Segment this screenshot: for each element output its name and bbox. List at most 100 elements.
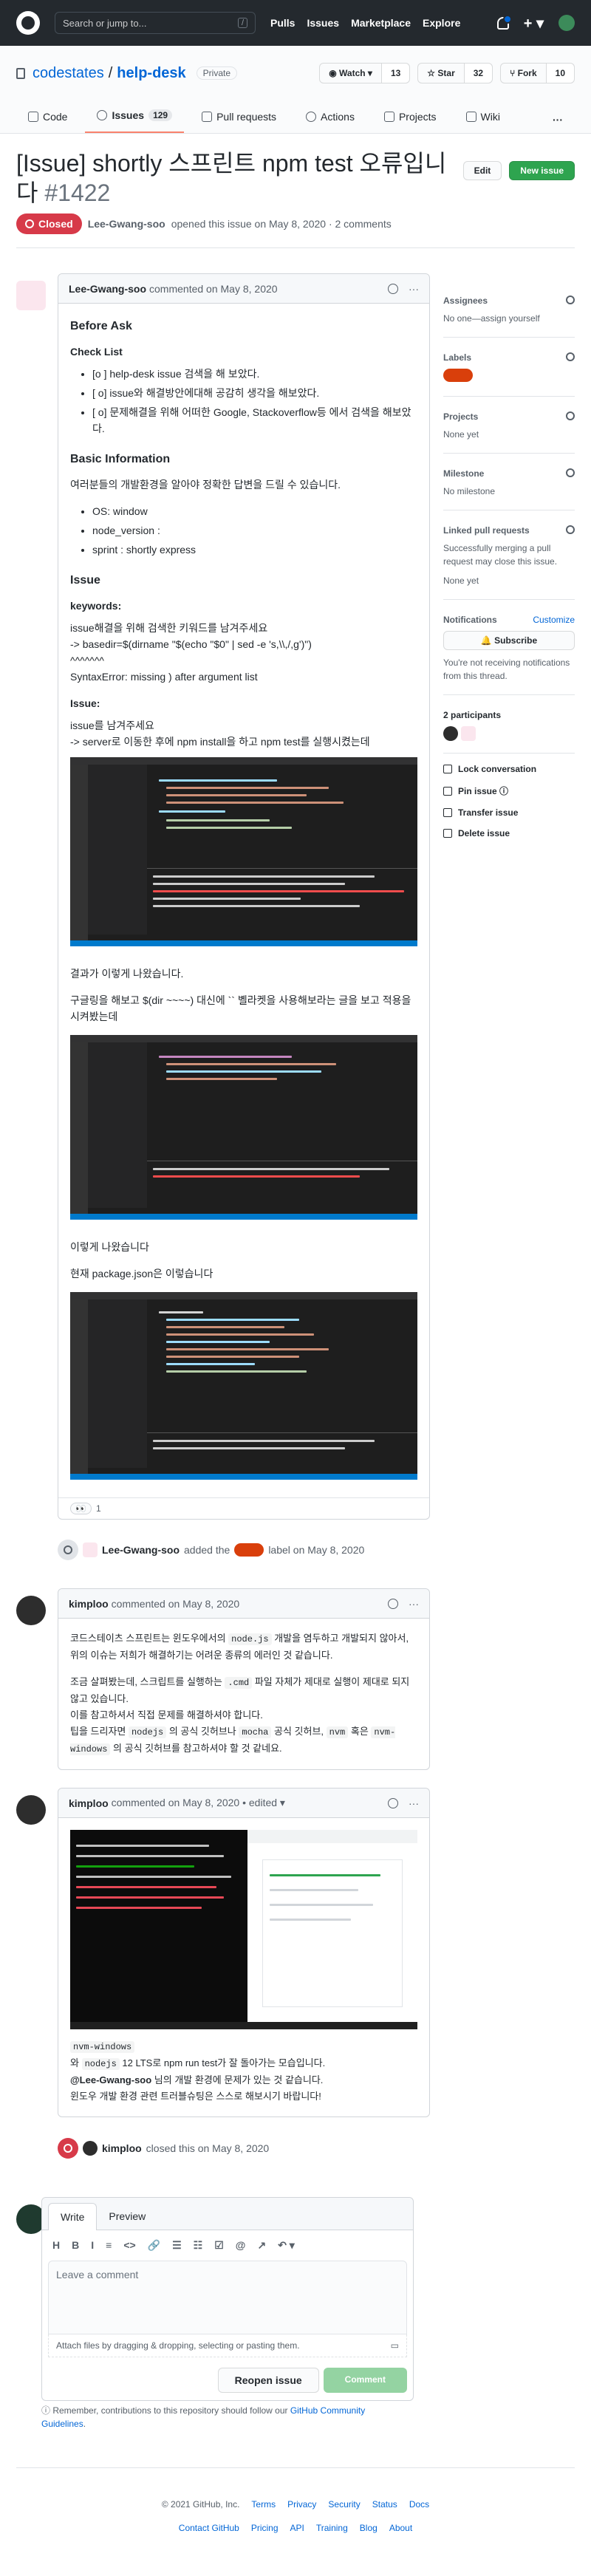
tab-actions[interactable]: Actions: [294, 103, 366, 133]
pin-issue-button[interactable]: Pin issue ⓘ: [443, 785, 575, 797]
tab-wiki[interactable]: Wiki: [454, 103, 512, 133]
tab-issues[interactable]: Issues 129: [85, 102, 185, 133]
footer-link[interactable]: API: [290, 2523, 304, 2533]
nav-explore[interactable]: Explore: [423, 17, 460, 29]
gear-icon[interactable]: [566, 411, 575, 420]
customize-link[interactable]: Customize: [533, 615, 575, 625]
avatar[interactable]: [16, 1795, 46, 1825]
link-icon[interactable]: 🔗: [148, 2239, 160, 2252]
bulleted-list-icon[interactable]: ☰: [172, 2239, 182, 2252]
delete-issue-button[interactable]: Delete issue: [443, 828, 575, 838]
screenshot-image[interactable]: [70, 1035, 417, 1220]
footer-link[interactable]: Pricing: [251, 2523, 279, 2533]
lock-conversation-button[interactable]: Lock conversation: [443, 764, 575, 774]
star-count[interactable]: 32: [464, 64, 493, 83]
reaction-eyes-button[interactable]: 👀: [70, 1503, 92, 1514]
fork-button[interactable]: ⑂ Fork 10: [500, 63, 575, 83]
bell-icon[interactable]: [496, 14, 512, 30]
avatar[interactable]: [83, 2141, 98, 2156]
nav-marketplace[interactable]: Marketplace: [351, 17, 411, 29]
comment-textarea[interactable]: Leave a comment: [48, 2261, 407, 2334]
subscribe-button[interactable]: 🔔 Subscribe: [443, 631, 575, 650]
assignees-value[interactable]: No one—assign yourself: [443, 312, 575, 325]
footer-link[interactable]: Docs: [409, 2499, 429, 2510]
numbered-list-icon[interactable]: ☷: [194, 2239, 203, 2252]
participants-title: 2 participants: [443, 710, 502, 720]
comment-menu-button[interactable]: ···: [409, 283, 419, 295]
smiley-icon[interactable]: [388, 1797, 398, 1808]
footer-link[interactable]: Terms: [251, 2499, 276, 2510]
event-author-link[interactable]: kimploo: [102, 2142, 142, 2154]
screenshot-image[interactable]: [70, 1830, 417, 2029]
comment-menu-button[interactable]: ···: [409, 1797, 419, 1809]
avatar[interactable]: [443, 726, 458, 741]
new-issue-button[interactable]: New issue: [509, 161, 575, 180]
gear-icon[interactable]: [566, 525, 575, 534]
search-input[interactable]: Search or jump to... /: [55, 12, 256, 34]
mention-icon[interactable]: @: [236, 2239, 246, 2252]
code-icon[interactable]: <>: [123, 2239, 135, 2252]
bold-icon[interactable]: B: [72, 2239, 79, 2252]
user-avatar[interactable]: [558, 15, 575, 31]
screenshot-image[interactable]: [70, 757, 417, 946]
smiley-icon[interactable]: [388, 283, 398, 294]
gear-icon[interactable]: [566, 468, 575, 477]
repo-name-link[interactable]: help-desk: [117, 65, 185, 82]
label-pill[interactable]: [234, 1543, 264, 1557]
avatar[interactable]: [461, 726, 476, 741]
screenshot-image[interactable]: [70, 1292, 417, 1480]
avatar[interactable]: [83, 1542, 98, 1557]
smiley-icon[interactable]: [388, 1598, 398, 1609]
italic-icon[interactable]: I: [91, 2239, 94, 2252]
quote-icon[interactable]: ≡: [106, 2239, 112, 2252]
tab-projects[interactable]: Projects: [372, 103, 448, 133]
reopen-issue-button[interactable]: Reopen issue: [217, 2368, 319, 2393]
avatar[interactable]: [16, 1596, 46, 1625]
comment-author-link[interactable]: kimploo: [69, 1598, 109, 1610]
inline-code: mocha: [239, 1726, 272, 1738]
gear-icon[interactable]: [566, 295, 575, 304]
issue-author-link[interactable]: Lee-Gwang-soo: [88, 218, 165, 230]
event-author-link[interactable]: Lee-Gwang-soo: [102, 1544, 180, 1556]
footer-link[interactable]: Contact GitHub: [179, 2523, 239, 2533]
comment-button[interactable]: Comment: [323, 2368, 407, 2393]
footer-link[interactable]: Privacy: [287, 2499, 316, 2510]
tab-write[interactable]: Write: [48, 2203, 98, 2230]
heading-icon[interactable]: H: [52, 2239, 60, 2252]
footer-link[interactable]: Security: [328, 2499, 360, 2510]
footer-link[interactable]: About: [389, 2523, 412, 2533]
comment-author-link[interactable]: Lee-Gwang-soo: [69, 283, 146, 295]
issue-title: [Issue] shortly 스프린트 npm test 오류입니다 #142…: [16, 148, 460, 208]
tab-pull-requests[interactable]: Pull requests: [190, 103, 288, 133]
tab-label: Actions: [321, 111, 355, 123]
avatar[interactable]: [16, 281, 46, 310]
repo-owner-link[interactable]: codestates: [33, 65, 104, 82]
watch-button[interactable]: ◉ Watch ▾ 13: [319, 63, 411, 83]
tab-preview[interactable]: Preview: [97, 2203, 157, 2230]
tab-code[interactable]: Code: [16, 103, 79, 133]
fork-count[interactable]: 10: [546, 64, 574, 83]
label-pill[interactable]: [443, 369, 473, 382]
task-list-icon[interactable]: ☑: [214, 2239, 224, 2252]
gear-icon[interactable]: [566, 352, 575, 361]
nav-issues[interactable]: Issues: [307, 17, 339, 29]
attach-files-area[interactable]: Attach files by dragging & dropping, sel…: [48, 2334, 407, 2357]
notifications-title: Notifications: [443, 615, 497, 625]
footer-link[interactable]: Training: [316, 2523, 348, 2533]
saved-reply-icon[interactable]: ↶ ▾: [278, 2239, 295, 2252]
footer-link[interactable]: Status: [372, 2499, 397, 2510]
tabs-more-button[interactable]: ···: [541, 106, 575, 133]
star-button[interactable]: ☆ Star 32: [417, 63, 493, 83]
paragraph: -> server로 이동한 후에 npm install을 하고 npm te…: [70, 736, 370, 748]
footer-link[interactable]: Blog: [360, 2523, 378, 2533]
comment-menu-button[interactable]: ···: [409, 1598, 419, 1610]
edit-button[interactable]: Edit: [462, 161, 502, 180]
reference-icon[interactable]: ↗: [257, 2239, 266, 2252]
comment-author-link[interactable]: kimploo: [69, 1797, 109, 1809]
transfer-issue-button[interactable]: Transfer issue: [443, 807, 575, 818]
user-mention-link[interactable]: @Lee-Gwang-soo: [70, 2074, 151, 2085]
watch-count[interactable]: 13: [381, 64, 410, 83]
github-logo-icon[interactable]: [16, 11, 40, 35]
create-new-button[interactable]: + ▾: [524, 14, 544, 33]
nav-pulls[interactable]: Pulls: [270, 17, 295, 29]
